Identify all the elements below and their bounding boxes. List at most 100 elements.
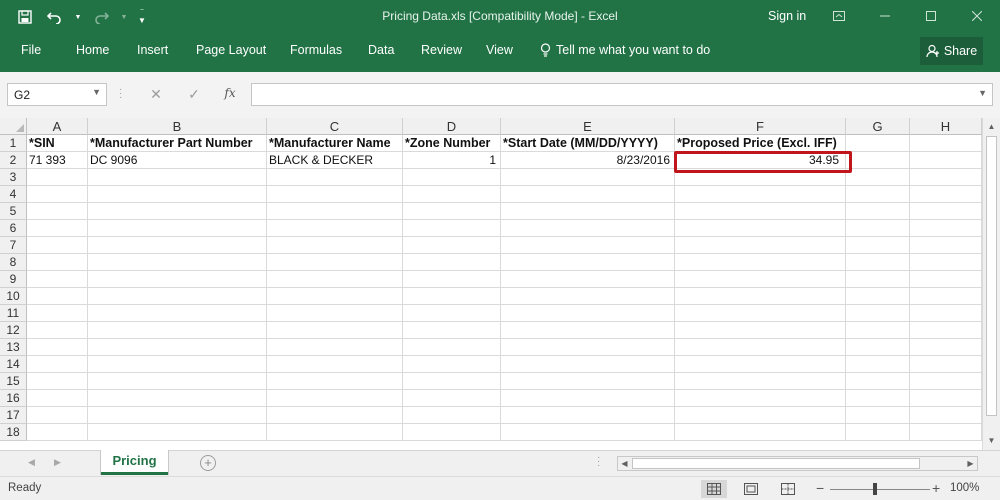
cell-f2[interactable]: 34.95: [675, 152, 846, 169]
column-header-b[interactable]: B: [88, 118, 267, 135]
cell-c2[interactable]: BLACK & DECKER: [267, 152, 403, 169]
empty-cell[interactable]: [675, 407, 846, 424]
empty-cell[interactable]: [501, 339, 675, 356]
empty-cell[interactable]: [27, 356, 88, 373]
empty-cell[interactable]: [403, 169, 501, 186]
zoom-slider-track[interactable]: [830, 489, 930, 490]
empty-cell[interactable]: [501, 356, 675, 373]
empty-cell[interactable]: [267, 322, 403, 339]
empty-cell[interactable]: [88, 390, 267, 407]
empty-cell[interactable]: [27, 373, 88, 390]
sign-in-link[interactable]: Sign in: [768, 9, 806, 23]
empty-cell[interactable]: [675, 237, 846, 254]
sheet-tab-pricing[interactable]: Pricing: [101, 450, 168, 475]
empty-cell[interactable]: [403, 339, 501, 356]
horizontal-scroll-thumb[interactable]: [632, 458, 920, 469]
empty-cell[interactable]: [403, 203, 501, 220]
column-header-e[interactable]: E: [501, 118, 675, 135]
empty-cell[interactable]: [910, 237, 982, 254]
cell-d1[interactable]: *Zone Number: [403, 135, 501, 152]
empty-cell[interactable]: [910, 135, 982, 152]
column-header-g[interactable]: G: [846, 118, 910, 135]
empty-cell[interactable]: [675, 424, 846, 441]
empty-cell[interactable]: [267, 305, 403, 322]
row-header[interactable]: 7: [0, 237, 27, 254]
empty-cell[interactable]: [27, 169, 88, 186]
horizontal-scrollbar[interactable]: ◀ ▶: [617, 456, 978, 471]
empty-cell[interactable]: [27, 390, 88, 407]
tell-me-search[interactable]: Tell me what you want to do: [540, 43, 710, 57]
row-header[interactable]: 15: [0, 373, 27, 390]
tab-insert[interactable]: Insert: [137, 43, 168, 57]
scroll-left-icon[interactable]: ◀: [618, 457, 631, 470]
empty-cell[interactable]: [910, 356, 982, 373]
empty-cell[interactable]: [846, 407, 910, 424]
tab-file[interactable]: File: [21, 43, 41, 57]
row-header[interactable]: 17: [0, 407, 27, 424]
empty-cell[interactable]: [403, 373, 501, 390]
row-header[interactable]: 2: [0, 152, 27, 169]
row-header[interactable]: 3: [0, 169, 27, 186]
formula-bar-resize-handle[interactable]: · · ·: [119, 85, 122, 103]
empty-cell[interactable]: [501, 186, 675, 203]
zoom-out-button[interactable]: −: [816, 480, 824, 496]
empty-cell[interactable]: [846, 305, 910, 322]
empty-cell[interactable]: [910, 339, 982, 356]
empty-cell[interactable]: [403, 220, 501, 237]
scroll-up-icon[interactable]: ▲: [983, 119, 1000, 135]
select-all-corner[interactable]: [0, 118, 27, 135]
spreadsheet-grid[interactable]: A B C D E F G H 1 2 3 4 5 6 7 8 9 10 11 …: [0, 118, 982, 450]
empty-cell[interactable]: [846, 424, 910, 441]
empty-cell[interactable]: [675, 305, 846, 322]
empty-cell[interactable]: [88, 339, 267, 356]
row-header[interactable]: 4: [0, 186, 27, 203]
empty-cell[interactable]: [403, 305, 501, 322]
minimize-button[interactable]: [862, 0, 908, 32]
empty-cell[interactable]: [675, 373, 846, 390]
empty-cell[interactable]: [27, 407, 88, 424]
empty-cell[interactable]: [501, 237, 675, 254]
empty-cell[interactable]: [910, 186, 982, 203]
empty-cell[interactable]: [267, 169, 403, 186]
empty-cell[interactable]: [910, 152, 982, 169]
empty-cell[interactable]: [27, 254, 88, 271]
empty-cell[interactable]: [675, 356, 846, 373]
row-header[interactable]: 11: [0, 305, 27, 322]
empty-cell[interactable]: [501, 424, 675, 441]
empty-cell[interactable]: [27, 305, 88, 322]
empty-cell[interactable]: [88, 424, 267, 441]
empty-cell[interactable]: [675, 322, 846, 339]
cell-d2[interactable]: 1: [403, 152, 501, 169]
empty-cell[interactable]: [846, 271, 910, 288]
empty-cell[interactable]: [267, 356, 403, 373]
vertical-scrollbar[interactable]: ▲ ▼: [982, 118, 1000, 450]
empty-cell[interactable]: [88, 322, 267, 339]
empty-cell[interactable]: [675, 339, 846, 356]
cell-a2[interactable]: 71 393: [27, 152, 88, 169]
empty-cell[interactable]: [403, 186, 501, 203]
column-header-a[interactable]: A: [27, 118, 88, 135]
empty-cell[interactable]: [501, 390, 675, 407]
empty-cell[interactable]: [846, 373, 910, 390]
formula-input[interactable]: ▼: [251, 83, 993, 106]
empty-cell[interactable]: [846, 152, 910, 169]
tab-split-handle[interactable]: · · ·: [597, 453, 600, 471]
empty-cell[interactable]: [501, 203, 675, 220]
previous-sheet-icon[interactable]: ◀: [28, 457, 35, 468]
cell-b2[interactable]: DC 9096: [88, 152, 267, 169]
maximize-button[interactable]: [908, 0, 954, 32]
empty-cell[interactable]: [267, 186, 403, 203]
tab-data[interactable]: Data: [368, 43, 394, 57]
empty-cell[interactable]: [846, 169, 910, 186]
scroll-down-icon[interactable]: ▼: [983, 433, 1000, 449]
tab-home[interactable]: Home: [76, 43, 109, 57]
cell-b1[interactable]: *Manufacturer Part Number: [88, 135, 267, 152]
tab-review[interactable]: Review: [421, 43, 462, 57]
chevron-down-icon[interactable]: ▼: [92, 87, 101, 97]
cancel-entry-button[interactable]: ✕: [146, 86, 166, 104]
tab-formulas[interactable]: Formulas: [290, 43, 342, 57]
empty-cell[interactable]: [910, 373, 982, 390]
empty-cell[interactable]: [403, 288, 501, 305]
empty-cell[interactable]: [910, 305, 982, 322]
empty-cell[interactable]: [910, 390, 982, 407]
